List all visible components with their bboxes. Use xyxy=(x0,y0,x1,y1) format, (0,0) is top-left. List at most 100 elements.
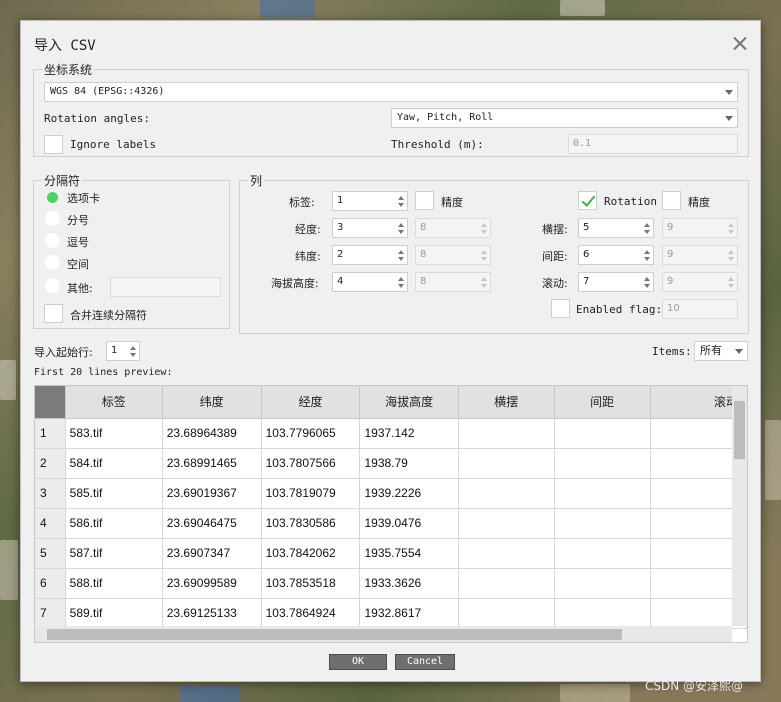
yaw-column-spinbox[interactable]: 5 xyxy=(578,218,654,238)
ok-button[interactable]: OK xyxy=(329,654,387,670)
vertical-scrollbar[interactable] xyxy=(732,386,747,626)
col-header-pitch[interactable]: 间距 xyxy=(554,386,651,419)
horizontal-scrollbar[interactable] xyxy=(35,626,732,642)
roll-precision-value: 9 xyxy=(667,276,674,287)
lon-column-spinbox[interactable]: 3 xyxy=(332,218,408,238)
col-header-lon[interactable]: 经度 xyxy=(261,386,361,419)
pitch-column-spinbox[interactable]: 6 xyxy=(578,245,654,265)
lat-column-label: 纬度: xyxy=(295,250,321,263)
other-separator-input[interactable] xyxy=(110,277,221,297)
spin-down-icon[interactable] xyxy=(644,230,650,234)
separator-legend: 分隔符 xyxy=(44,174,81,188)
table-cell: 586.tif xyxy=(65,508,163,539)
label-precision-checkbox[interactable] xyxy=(415,191,434,210)
alt-precision-spinbox[interactable]: 8 xyxy=(415,272,491,292)
import-start-value: 1 xyxy=(111,345,118,356)
items-select[interactable]: 所有 xyxy=(694,341,748,361)
vertical-scroll-thumb[interactable] xyxy=(734,401,745,459)
table-row[interactable]: 6 588.tif 23.69099589 103.7853518 1933.3626 xyxy=(35,568,747,599)
col-header-alt[interactable]: 海拔高度 xyxy=(359,386,459,419)
items-label: Items: xyxy=(652,345,692,358)
close-icon[interactable] xyxy=(733,36,747,50)
spin-down-icon[interactable] xyxy=(398,257,404,261)
spin-down-icon[interactable] xyxy=(398,230,404,234)
rotation-checkbox[interactable] xyxy=(578,191,597,210)
roll-column-spinbox[interactable]: 7 xyxy=(578,272,654,292)
col-header-lat[interactable]: 纬度 xyxy=(162,386,262,419)
lon-precision-spinbox[interactable]: 8 xyxy=(415,218,491,238)
yaw-column-label: 横摆: xyxy=(542,223,568,236)
spin-up-icon[interactable] xyxy=(644,223,650,227)
spin-down-icon[interactable] xyxy=(398,203,404,207)
roll-column-label: 滚动: xyxy=(542,277,568,290)
table-cell xyxy=(458,448,555,479)
pitch-precision-spinbox[interactable]: 9 xyxy=(662,245,738,265)
label-column-label: 标签: xyxy=(289,196,315,209)
enabled-flag-field[interactable]: 10 xyxy=(662,299,738,319)
rotation-precision-checkbox[interactable] xyxy=(662,191,681,210)
table-row[interactable]: 1 583.tif 23.68964389 103.7796065 1937.142 xyxy=(35,418,747,449)
table-cell: 589.tif xyxy=(65,598,163,629)
spin-down-icon[interactable] xyxy=(130,353,136,357)
spin-down-icon[interactable] xyxy=(398,284,404,288)
cancel-button[interactable]: Cancel xyxy=(395,654,455,670)
table-row[interactable]: 3 585.tif 23.69019367 103.7819079 1939.2226 xyxy=(35,478,747,509)
label-precision-label: 精度 xyxy=(441,196,463,209)
radio-space[interactable] xyxy=(45,255,60,270)
table-cell: 23.68991465 xyxy=(162,448,262,479)
lon-column-label: 经度: xyxy=(295,223,321,236)
enabled-flag-checkbox[interactable] xyxy=(551,299,570,318)
spin-down-icon xyxy=(481,230,487,234)
roll-precision-spinbox[interactable]: 9 xyxy=(662,272,738,292)
merge-separators-checkbox[interactable] xyxy=(44,304,63,323)
lat-precision-spinbox[interactable]: 8 xyxy=(415,245,491,265)
spin-up-icon[interactable] xyxy=(398,250,404,254)
table-cell xyxy=(458,478,555,509)
table-cell: 23.69099589 xyxy=(162,568,262,599)
row-number: 1 xyxy=(35,418,66,449)
table-row[interactable]: 4 586.tif 23.69046475 103.7830586 1939.0476 xyxy=(35,508,747,539)
rotation-angles-label: Rotation angles: xyxy=(44,112,150,125)
ignore-labels-checkbox[interactable] xyxy=(44,135,63,154)
label-column-spinbox[interactable]: 1 xyxy=(332,191,408,211)
spin-up-icon[interactable] xyxy=(398,223,404,227)
spin-up-icon[interactable] xyxy=(398,277,404,281)
table-row[interactable]: 2 584.tif 23.68991465 103.7807566 1938.79 xyxy=(35,448,747,479)
alt-precision-value: 8 xyxy=(420,276,427,287)
lon-column-value: 3 xyxy=(337,222,344,233)
yaw-precision-spinbox[interactable]: 9 xyxy=(662,218,738,238)
radio-tab[interactable] xyxy=(47,192,58,203)
table-cell xyxy=(458,598,555,629)
radio-other[interactable] xyxy=(45,278,60,293)
row-number: 4 xyxy=(35,508,66,539)
import-start-spinbox[interactable]: 1 xyxy=(106,341,140,361)
table-cell xyxy=(554,568,651,599)
horizontal-scroll-thumb[interactable] xyxy=(47,629,622,640)
preview-label: First 20 lines preview: xyxy=(34,367,173,378)
spin-up-icon[interactable] xyxy=(398,196,404,200)
spin-down-icon[interactable] xyxy=(644,257,650,261)
table-cell: 103.7796065 xyxy=(261,418,361,449)
radio-semicolon[interactable] xyxy=(45,211,60,226)
radio-comma[interactable] xyxy=(45,233,60,248)
threshold-label: Threshold (m): xyxy=(391,138,484,151)
corner-cell[interactable] xyxy=(35,386,66,419)
spin-down-icon xyxy=(728,284,734,288)
spin-up-icon[interactable] xyxy=(644,277,650,281)
lat-column-spinbox[interactable]: 2 xyxy=(332,245,408,265)
table-cell: 23.69046475 xyxy=(162,508,262,539)
chevron-down-icon xyxy=(725,116,733,121)
col-header-yaw[interactable]: 横摆 xyxy=(458,386,555,419)
spin-up-icon[interactable] xyxy=(130,346,136,350)
rotation-label: Rotation xyxy=(604,195,657,208)
rotation-angles-select[interactable]: Yaw, Pitch, Roll xyxy=(391,108,738,128)
spin-down-icon[interactable] xyxy=(644,284,650,288)
table-row[interactable]: 5 587.tif 23.6907347 103.7842062 1935.7554 xyxy=(35,538,747,569)
crs-select[interactable]: WGS 84 (EPSG::4326) xyxy=(44,82,738,102)
table-row[interactable]: 7 589.tif 23.69125133 103.7864924 1932.8617 xyxy=(35,598,747,629)
col-header-label[interactable]: 标签 xyxy=(65,386,163,419)
threshold-field[interactable]: 0.1 xyxy=(568,134,738,154)
rotation-precision-label: 精度 xyxy=(688,196,710,209)
spin-up-icon[interactable] xyxy=(644,250,650,254)
alt-column-spinbox[interactable]: 4 xyxy=(332,272,408,292)
